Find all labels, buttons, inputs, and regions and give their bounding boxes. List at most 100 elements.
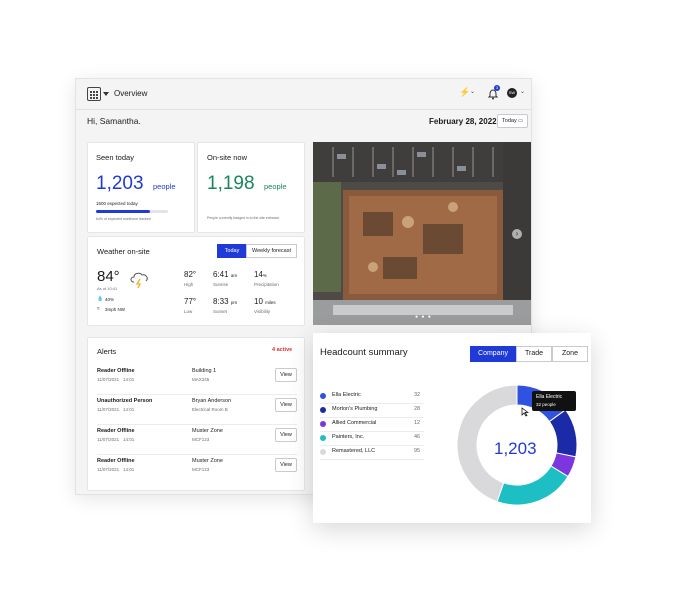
alert-type: Reader Offline [97, 368, 135, 374]
expected-text: 1600 expected today [96, 201, 138, 206]
legend-swatch [320, 393, 326, 399]
alert-view-button[interactable]: View [275, 458, 297, 472]
alert-row: Unauthorized Person 11/07/2021 14:01 Bryan… [97, 396, 297, 425]
alert-view-button[interactable]: View [275, 398, 297, 412]
chevron-down-icon[interactable]: ⌄ [470, 88, 475, 95]
calendar-icon: ▭ [518, 118, 523, 124]
today-button-label: Today [502, 118, 517, 124]
top-bar: Overview ⚡ ⌄ 3 SW ⌄ [76, 79, 531, 110]
carousel-dots[interactable]: ● ● ● [415, 314, 432, 320]
notification-badge: 3 [494, 85, 500, 91]
alert-location: Building 1 [192, 368, 217, 374]
onsite-unit: people [264, 182, 287, 191]
wind-value: 3mph NW [105, 307, 126, 312]
seen-today-title: Seen today [96, 153, 134, 162]
humidity-value: 40% [105, 297, 115, 302]
app-grid-icon[interactable] [87, 87, 101, 101]
sunrise-value: 6:41 am [213, 270, 237, 279]
legend-value: 12 [414, 420, 421, 426]
low-value: 77° [184, 297, 197, 306]
legend-label: Painters, Inc. [332, 434, 365, 440]
precip-label: Precipitation [254, 282, 279, 287]
visibility-value: 10 miles [254, 297, 276, 306]
alert-date: 11/07/2021 14:01 [97, 467, 135, 472]
onsite-title: On-site now [207, 153, 248, 162]
headcount-total: 1,203 [494, 439, 537, 458]
legend-item[interactable]: Ella Electric 32 [320, 389, 424, 404]
temperature: 84° [97, 268, 120, 285]
legend-label: Ella Electric [332, 392, 361, 398]
low-label: Low [184, 309, 193, 314]
seen-today-unit: people [153, 182, 176, 191]
weather-tab-weekly[interactable]: Weekly forecast [246, 244, 297, 258]
sunrise-time: 6:41 [213, 270, 229, 279]
tooltip-subtitle: 32 people [536, 402, 556, 407]
legend-label: Morton's Plumbing [332, 406, 378, 412]
donut-slice[interactable] [496, 465, 569, 506]
legend-label: Allied Commercial [332, 420, 377, 426]
legend-value: 32 [414, 392, 421, 398]
precip-value: 14% [254, 270, 267, 279]
headcount-title: Headcount summary [320, 347, 408, 358]
tooltip-title: Ella Electric [536, 394, 563, 400]
visibility-number: 10 [254, 297, 263, 306]
weather-title: Weather on-site [97, 247, 150, 256]
progress-note: 64% of expected workforce tracked [96, 217, 151, 221]
legend-swatch [320, 435, 326, 441]
progress-fill [96, 210, 150, 213]
site-aerial-photo[interactable]: › ● ● ● [313, 142, 531, 325]
alert-sublocation: MCF123 [192, 437, 210, 442]
today-button[interactable]: Today ▭ [497, 114, 528, 128]
lightning-icon[interactable]: ⚡ [459, 87, 470, 98]
caret-down-icon[interactable] [103, 92, 109, 96]
donut-tooltip: Ella Electric 32 people [532, 391, 576, 411]
sunset-time: 8:33 [213, 297, 229, 306]
tab-company[interactable]: Company [470, 346, 516, 362]
alerts-card: Alerts 4 active Reader Offline 11/07/2021… [87, 337, 305, 491]
high-value: 82° [184, 270, 197, 279]
chevron-down-icon[interactable]: ⌄ [520, 88, 525, 95]
alert-date: 11/07/2021 14:01 [97, 407, 135, 412]
mouse-cursor-icon [521, 404, 530, 417]
seen-today-count: 1,203 [96, 173, 144, 194]
legend-item[interactable]: Painters, Inc. 46 [320, 431, 424, 446]
carousel-next-icon[interactable]: › [512, 229, 522, 239]
alert-view-button[interactable]: View [275, 428, 297, 442]
progress-track [96, 210, 168, 213]
alert-location: Bryan Anderson [192, 398, 232, 404]
sunset-ampm: pm [230, 300, 238, 305]
alert-date: 11/07/2021 14:01 [97, 377, 135, 382]
legend-label: Remastered, LLC [332, 448, 376, 454]
legend-item[interactable]: Morton's Plumbing 28 [320, 403, 424, 418]
visibility-label: Visibility [254, 309, 271, 314]
current-date: February 28, 2022 [429, 117, 497, 126]
alert-sublocation: MAX345 [192, 377, 210, 382]
tab-zone[interactable]: Zone [552, 346, 588, 362]
alerts-title: Alerts [97, 347, 117, 356]
alert-view-button[interactable]: View [275, 368, 297, 382]
alert-row: Reader Offline 11/07/2021 14:01 Building 1… [97, 366, 297, 395]
legend-value: 28 [414, 406, 421, 412]
high-label: High [184, 282, 194, 287]
precip-number: 14 [254, 270, 263, 279]
humidity-icon: 💧 [97, 296, 104, 302]
alert-type: Reader Offline [97, 458, 135, 464]
onsite-note: People currently badged in to the site e… [207, 216, 280, 220]
avatar[interactable]: SW [507, 88, 517, 98]
weather-tab-today[interactable]: Today [217, 244, 247, 258]
sunset-value: 8:33 pm [213, 297, 237, 306]
alert-row: Reader Offline 11/07/2021 14:01 Muster Zon… [97, 456, 297, 484]
greeting: Hi, Samantha. [87, 116, 141, 126]
precip-unit: % [262, 273, 267, 278]
legend-item[interactable]: Allied Commercial 12 [320, 417, 424, 432]
legend-swatch [320, 407, 326, 413]
sunset-label: Sunset [213, 309, 228, 314]
legend-swatch [320, 421, 326, 427]
legend-item[interactable]: Remastered, LLC 95 [320, 445, 424, 460]
alert-location: Muster Zone [192, 428, 223, 434]
as-of-time: As of 10:41 [97, 286, 118, 291]
legend-value: 95 [414, 448, 421, 454]
sunrise-label: Sunrise [213, 282, 229, 287]
tab-trade[interactable]: Trade [516, 346, 552, 362]
sunrise-ampm: am [230, 273, 238, 278]
